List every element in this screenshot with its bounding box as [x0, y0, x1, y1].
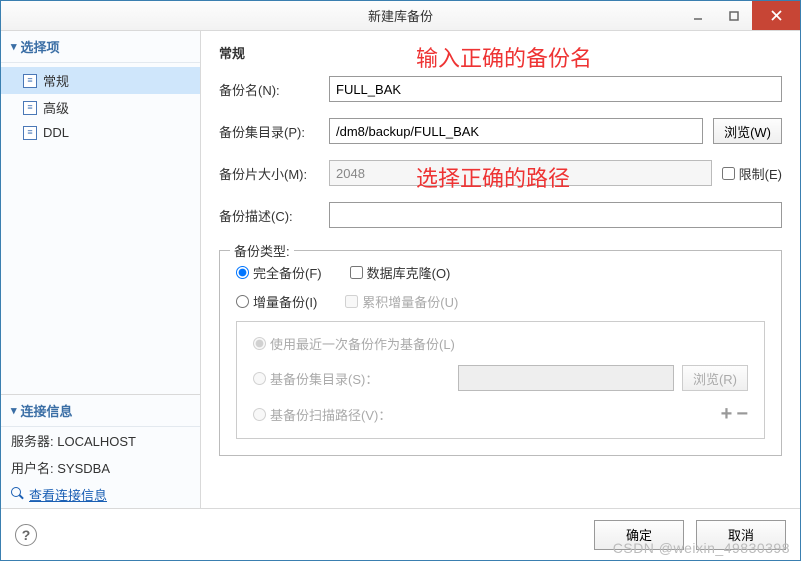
view-connection-link[interactable]: 查看连接信息: [11, 485, 107, 504]
magnifier-icon: [11, 487, 25, 501]
close-button[interactable]: [752, 1, 800, 30]
sidebar: ▾ 选择项 常规 高级 DDL ▾: [1, 31, 201, 508]
limit-checkbox[interactable]: [722, 167, 735, 180]
full-backup-label: 完全备份(F): [253, 263, 322, 282]
sidebar-section-label: 选择项: [21, 37, 60, 56]
minus-icon: −: [736, 403, 748, 426]
plus-icon: +: [721, 403, 733, 426]
backup-dir-label: 备份集目录(P):: [219, 122, 319, 141]
row-backup-name: 备份名(N):: [219, 76, 782, 102]
inc-backup-label: 增量备份(I): [253, 292, 317, 311]
full-backup-radio-wrap[interactable]: 完全备份(F): [236, 263, 322, 282]
watermark: CSDN @weixin_49830398: [613, 540, 790, 556]
dialog-window: 新建库备份 ▾ 选择项 常规: [0, 0, 801, 561]
row-backup-desc: 备份描述(C):: [219, 202, 782, 228]
scan-path-row: 基备份扫描路径(V)： + −: [253, 403, 748, 426]
sidebar-section-label: 连接信息: [21, 401, 73, 420]
scan-path-label: 基备份扫描路径(V)：: [270, 405, 450, 424]
backup-dir-input[interactable]: [329, 118, 703, 144]
conn-link-row: 查看连接信息: [1, 481, 200, 509]
base-dir-label: 基备份集目录(S)：: [270, 369, 450, 388]
sidebar-item-ddl[interactable]: DDL: [1, 121, 200, 144]
group-title: 备份类型:: [230, 241, 294, 260]
sidebar-item-label: 常规: [43, 71, 69, 90]
db-clone-checkbox-wrap[interactable]: 数据库克隆(O): [350, 263, 451, 282]
base-dir-browse-button: 浏览(R): [682, 365, 748, 391]
backup-name-input[interactable]: [329, 76, 782, 102]
cumulative-checkbox-wrap: 累积增量备份(U): [345, 292, 458, 311]
use-last-row: 使用最近一次备份作为基备份(L): [253, 334, 748, 353]
server-value: LOCALHOST: [57, 434, 136, 449]
sidebar-item-advanced[interactable]: 高级: [1, 94, 200, 121]
conn-server-row: 服务器: LOCALHOST: [1, 427, 200, 454]
limit-label: 限制(E): [739, 164, 782, 183]
server-label: 服务器:: [11, 434, 54, 449]
inc-backup-radio-wrap[interactable]: 增量备份(I): [236, 292, 317, 311]
browse-dir-button[interactable]: 浏览(W): [713, 118, 782, 144]
sidebar-section-options[interactable]: ▾ 选择项: [1, 31, 200, 63]
scan-path-radio: [253, 408, 266, 421]
db-clone-checkbox[interactable]: [350, 266, 363, 279]
minimize-button[interactable]: [680, 1, 716, 30]
twisty-icon: ▾: [11, 404, 17, 417]
sidebar-item-label: DDL: [43, 125, 69, 140]
backup-type-group: 备份类型: 完全备份(F) 数据库克隆(O) 增量备份(I): [219, 250, 782, 456]
main-panel: 常规 备份名(N): 备份集目录(P): 浏览(W) 备份片大小(M): 限制(…: [201, 31, 800, 508]
twisty-icon: ▾: [11, 40, 17, 53]
limit-checkbox-wrap[interactable]: 限制(E): [722, 164, 782, 183]
base-dir-row: 基备份集目录(S)： 浏览(R): [253, 365, 748, 391]
use-last-radio-wrap: 使用最近一次备份作为基备份(L): [253, 334, 455, 353]
piece-size-label: 备份片大小(M):: [219, 164, 319, 183]
link-text: 查看连接信息: [29, 485, 107, 504]
radio-row-1: 完全备份(F) 数据库克隆(O): [236, 263, 765, 282]
maximize-button[interactable]: [716, 1, 752, 30]
inc-backup-radio[interactable]: [236, 295, 249, 308]
scan-path-radio-wrap: 基备份扫描路径(V)：: [253, 405, 450, 424]
plus-minus-controls: + −: [721, 403, 748, 426]
backup-name-label: 备份名(N):: [219, 80, 319, 99]
cumulative-checkbox: [345, 295, 358, 308]
full-backup-radio[interactable]: [236, 266, 249, 279]
window-controls: [680, 1, 800, 30]
titlebar: 新建库备份: [1, 1, 800, 31]
user-value: SYSDBA: [57, 461, 110, 476]
sidebar-item-general[interactable]: 常规: [1, 67, 200, 94]
cumulative-label: 累积增量备份(U): [362, 292, 458, 311]
dialog-body: ▾ 选择项 常规 高级 DDL ▾: [1, 31, 800, 508]
sidebar-item-label: 高级: [43, 98, 69, 117]
base-dir-radio-wrap: 基备份集目录(S)：: [253, 369, 450, 388]
window-title: 新建库备份: [368, 6, 433, 25]
help-icon[interactable]: ?: [15, 524, 37, 546]
conn-user-row: 用户名: SYSDBA: [1, 454, 200, 481]
base-dir-input: [458, 365, 674, 391]
db-clone-label: 数据库克隆(O): [367, 263, 451, 282]
doc-icon: [23, 101, 37, 115]
connection-info-section: ▾ 连接信息 服务器: LOCALHOST 用户名: SYSDBA 查看连接信息: [1, 394, 200, 509]
sidebar-section-connection[interactable]: ▾ 连接信息: [1, 395, 200, 427]
doc-icon: [23, 74, 37, 88]
radio-row-2: 增量备份(I) 累积增量备份(U): [236, 292, 765, 311]
base-backup-group: 使用最近一次备份作为基备份(L) 基备份集目录(S)： 浏览(R): [236, 321, 765, 439]
main-header: 常规: [219, 43, 782, 62]
doc-icon: [23, 126, 37, 140]
use-last-label: 使用最近一次备份作为基备份(L): [270, 334, 455, 353]
backup-desc-input[interactable]: [329, 202, 782, 228]
nav-list: 常规 高级 DDL: [1, 63, 200, 148]
base-dir-radio: [253, 372, 266, 385]
piece-size-input: [329, 160, 712, 186]
backup-desc-label: 备份描述(C):: [219, 206, 319, 225]
user-label: 用户名:: [11, 461, 54, 476]
use-last-radio: [253, 337, 266, 350]
row-backup-dir: 备份集目录(P): 浏览(W): [219, 118, 782, 144]
row-piece-size: 备份片大小(M): 限制(E): [219, 160, 782, 186]
